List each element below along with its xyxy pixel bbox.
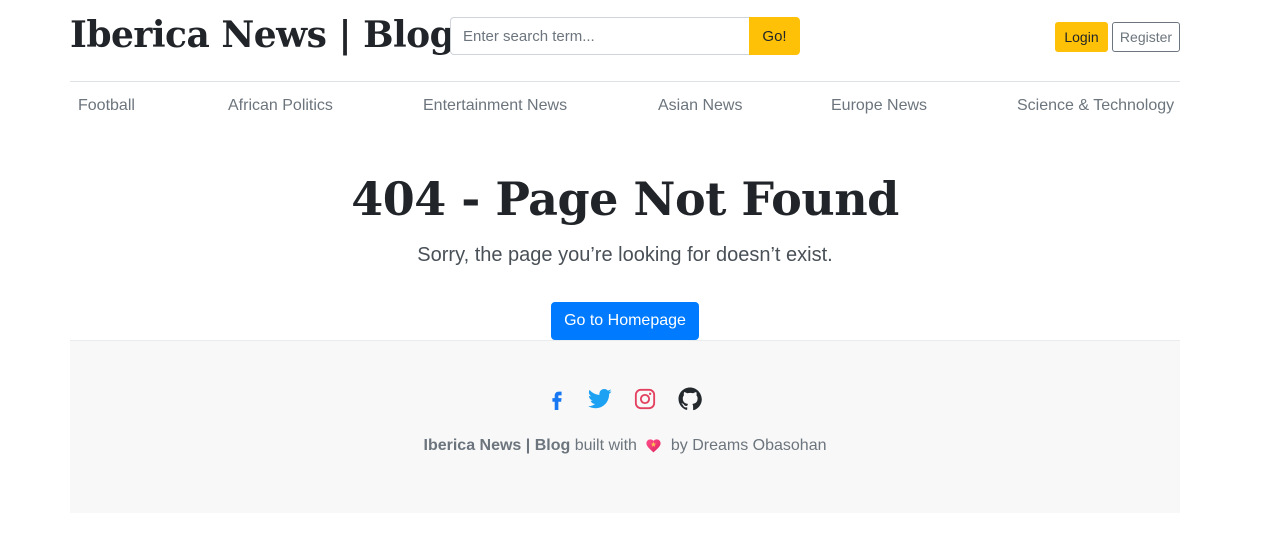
footer-built-with: built with (574, 437, 637, 454)
search-form: Go! (450, 17, 800, 55)
search-input[interactable] (450, 17, 749, 55)
footer-author: by Dreams Obasohan (670, 437, 827, 454)
site-brand[interactable]: Iberica News | Blog (70, 14, 455, 56)
login-button[interactable]: Login (1055, 22, 1108, 52)
footer: Iberica News | Blog built with by Dreams… (70, 340, 1180, 513)
page-subtitle: Sorry, the page you’re looking for doesn… (417, 244, 833, 266)
footer-brand: Iberica News | Blog (423, 437, 571, 454)
header-divider (70, 81, 1180, 82)
nav-item-science-technology[interactable]: Science & Technology (1017, 97, 1174, 115)
category-nav: Football African Politics Entertainment … (70, 93, 1180, 121)
nav-item-football[interactable]: Football (78, 97, 135, 115)
search-button[interactable]: Go! (749, 17, 800, 55)
page-title: 404 - Page Not Found (351, 172, 899, 226)
nav-item-asian-news[interactable]: Asian News (658, 97, 742, 115)
heart-icon (645, 437, 662, 458)
go-to-homepage-button[interactable]: Go to Homepage (551, 302, 699, 340)
twitter-icon[interactable] (588, 388, 612, 410)
facebook-icon[interactable] (546, 388, 568, 410)
nav-item-europe-news[interactable]: Europe News (831, 97, 927, 115)
nav-item-entertainment-news[interactable]: Entertainment News (423, 97, 567, 115)
github-icon[interactable] (678, 387, 702, 411)
register-button[interactable]: Register (1112, 22, 1180, 52)
footer-credit: Iberica News | Blog built with by Dreams… (70, 437, 1180, 458)
instagram-icon[interactable] (634, 388, 656, 410)
nav-item-african-politics[interactable]: African Politics (228, 97, 333, 115)
